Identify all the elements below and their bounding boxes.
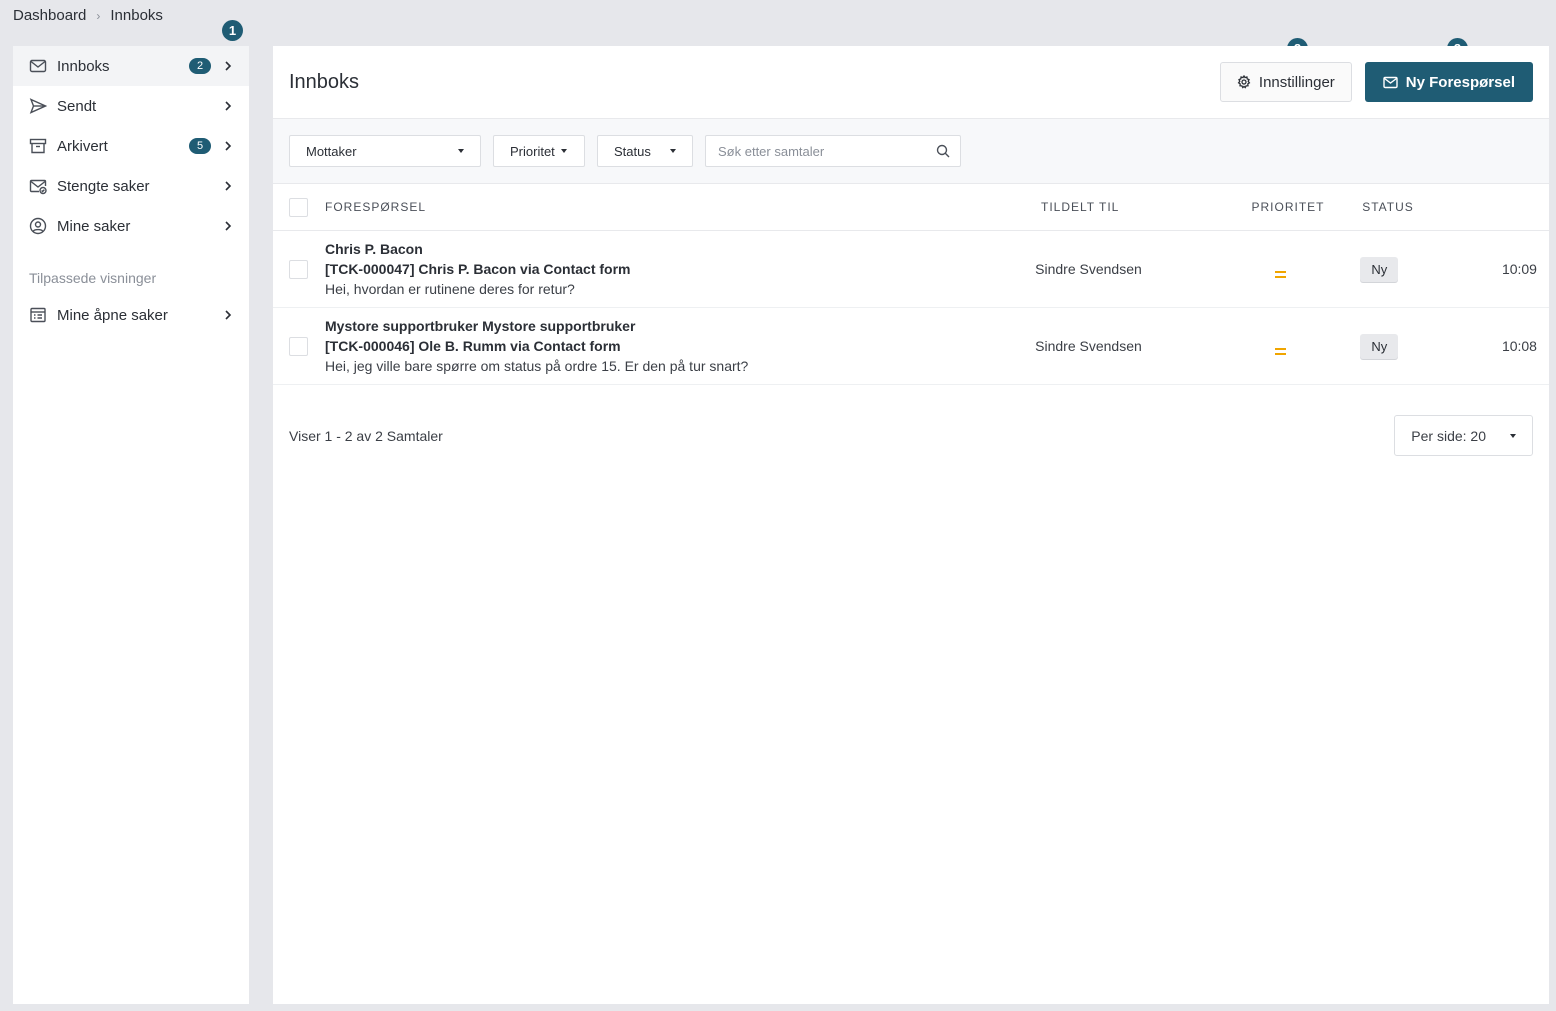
priority-medium-icon — [1274, 348, 1286, 355]
sidebar-item-arkivert[interactable]: Arkivert 5 — [13, 126, 249, 166]
status-cell: Ny — [1335, 256, 1424, 282]
priority-cell — [1226, 260, 1335, 278]
table-footer: Viser 1 - 2 av 2 Samtaler Per side: 20 — [273, 415, 1549, 456]
chevron-right-icon — [223, 61, 233, 71]
count-badge: 2 — [189, 58, 211, 74]
sidebar: Innboks 2 Sendt Arkivert 5 Stengte saker… — [13, 46, 249, 1004]
sidebar-item-label: Stengte saker — [57, 177, 150, 195]
table-row[interactable]: Chris P. Bacon [TCK-000047] Chris P. Bac… — [273, 231, 1549, 308]
sidebar-item-label: Mine åpne saker — [57, 306, 168, 324]
caret-down-icon — [1510, 433, 1516, 438]
sidebar-item-label: Innboks — [57, 57, 110, 75]
breadcrumb-dashboard[interactable]: Dashboard — [13, 7, 86, 24]
assigned-to: Sindre Svendsen — [1035, 261, 1142, 277]
caret-down-icon — [560, 149, 567, 153]
sidebar-item-label: Sendt — [57, 97, 97, 115]
request-preview: Hei, jeg ville bare spørre om status på … — [325, 358, 749, 374]
table-row[interactable]: Mystore supportbruker Mystore supportbru… — [273, 308, 1549, 385]
send-icon — [29, 97, 47, 115]
custom-views-heading: Tilpassede visninger — [29, 270, 157, 286]
column-header-status[interactable]: STATUS — [1343, 200, 1433, 214]
sidebar-item-innboks[interactable]: Innboks 2 — [13, 46, 249, 86]
request-preview: Hei, hvordan er rutinene deres for retur… — [325, 281, 575, 297]
caret-down-icon — [458, 149, 464, 153]
priority-select[interactable]: Prioritet — [493, 135, 585, 167]
page-title: Innboks — [289, 70, 360, 93]
chevron-right-icon — [223, 101, 233, 111]
recipient-select-label: Mottaker — [306, 143, 357, 159]
column-header-assigned[interactable]: TILDELT TIL — [1041, 200, 1233, 214]
sidebar-item-stengte-saker[interactable]: Stengte saker — [13, 166, 249, 206]
column-header-request[interactable]: FORESPØRSEL — [325, 200, 1041, 214]
results-count: Viser 1 - 2 av 2 Samtaler — [289, 427, 443, 444]
per-page-label: Per side: 20 — [1411, 427, 1486, 444]
closed-mail-icon — [29, 177, 47, 195]
sidebar-item-label: Mine saker — [57, 217, 131, 235]
archive-icon — [29, 137, 47, 155]
request-from: Chris P. Bacon — [325, 241, 423, 257]
gear-icon — [1237, 75, 1251, 89]
request-from: Mystore supportbruker Mystore supportbru… — [325, 318, 636, 334]
chevron-right-icon — [223, 221, 233, 231]
per-page-select[interactable]: Per side: 20 — [1394, 415, 1533, 456]
priority-medium-icon — [1274, 271, 1286, 278]
row-time: 10:09 — [1501, 261, 1537, 277]
request-subject: [TCK-000047] Chris P. Bacon via Contact … — [325, 261, 631, 277]
table-header: FORESPØRSEL TILDELT TIL PRIORITET STATUS — [273, 184, 1549, 231]
search-field — [705, 135, 961, 167]
sidebar-item-sendt[interactable]: Sendt — [13, 86, 249, 126]
filter-bar: Mottaker Prioritet Status — [273, 119, 1549, 184]
status-badge: Ny — [1360, 333, 1399, 359]
recipient-select[interactable]: Mottaker — [289, 135, 481, 167]
envelope-icon — [1383, 76, 1398, 88]
user-circle-icon — [29, 217, 47, 235]
priority-cell — [1226, 337, 1335, 355]
status-badge: Ny — [1360, 256, 1399, 282]
row-time: 10:08 — [1501, 338, 1537, 354]
breadcrumb-separator: › — [96, 8, 101, 23]
select-all-checkbox[interactable] — [289, 197, 308, 217]
settings-button-label: Innstillinger — [1258, 73, 1335, 91]
search-input[interactable] — [718, 143, 936, 159]
count-badge: 5 — [189, 138, 211, 154]
sidebar-item-label: Arkivert — [57, 137, 108, 155]
new-request-label: Ny Forespørsel — [1405, 73, 1515, 91]
priority-select-label: Prioritet — [510, 143, 555, 159]
sidebar-item-mine-saker[interactable]: Mine saker — [13, 206, 249, 246]
caret-down-icon — [670, 149, 676, 153]
main-panel: Innboks Innstillinger Ny Forespørsel Mot… — [273, 46, 1549, 1004]
chevron-right-icon — [223, 181, 233, 191]
envelope-icon — [29, 57, 47, 75]
new-request-button[interactable]: Ny Forespørsel — [1364, 62, 1533, 102]
search-icon[interactable] — [936, 144, 950, 158]
settings-button[interactable]: Innstillinger — [1219, 62, 1352, 102]
row-checkbox[interactable] — [289, 336, 308, 356]
status-select[interactable]: Status — [597, 135, 693, 167]
main-header: Innboks Innstillinger Ny Forespørsel — [273, 46, 1549, 119]
breadcrumb: Dashboard › Innboks — [13, 7, 163, 24]
list-view-icon — [29, 306, 47, 324]
chevron-right-icon — [223, 310, 233, 320]
row-checkbox[interactable] — [289, 259, 308, 279]
assigned-to: Sindre Svendsen — [1035, 338, 1142, 354]
chevron-right-icon — [223, 141, 233, 151]
request-subject: [TCK-000046] Ole B. Rumm via Contact for… — [325, 338, 621, 354]
request-cell: Mystore supportbruker Mystore supportbru… — [325, 316, 1035, 376]
request-cell: Chris P. Bacon [TCK-000047] Chris P. Bac… — [325, 239, 1035, 299]
tour-marker-1[interactable]: 1 — [222, 20, 243, 41]
breadcrumb-current: Innboks — [110, 7, 163, 24]
column-header-priority[interactable]: PRIORITET — [1233, 200, 1343, 214]
status-select-label: Status — [614, 143, 651, 159]
sidebar-item-mine-apne-saker[interactable]: Mine åpne saker — [13, 295, 249, 335]
status-cell: Ny — [1335, 333, 1424, 359]
